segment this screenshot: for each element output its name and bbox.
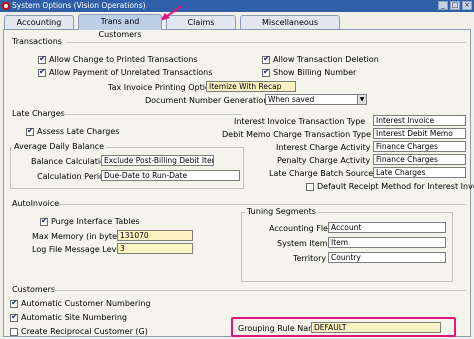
penalty-activity-field[interactable]: Finance Charges <box>373 154 466 165</box>
allow-payment-unrelated-checkbox[interactable] <box>38 67 46 77</box>
default-receipt-checkbox[interactable] <box>306 183 314 191</box>
balance-calc-label: Balance Calculation <box>31 157 111 166</box>
late-charges-header: Late Charges <box>12 109 65 118</box>
batch-source-field[interactable]: Late Charges <box>373 167 466 178</box>
tax-invoice-label: Tax Invoice Printing Options <box>108 83 220 92</box>
grouping-rule-field[interactable]: DEFAULT <box>311 322 441 333</box>
auto-site-numbering-label: Automatic Site Numbering <box>21 313 127 322</box>
batch-source-label: Late Charge Batch Source <box>269 169 374 178</box>
balance-calc-field[interactable]: Exclude Post-Billing Debit Items <box>101 155 214 166</box>
default-receipt-label: Default Receipt Method for Interest Invo… <box>317 182 474 191</box>
system-options-window: Accounting Trans and Customers Claims Mi… <box>0 5 474 339</box>
tab-miscellaneous[interactable]: Miscellaneous <box>240 15 340 29</box>
debit-memo-type-label: Debit Memo Charge Transaction Type <box>222 130 372 139</box>
accounting-flex-label: Accounting Flex <box>269 224 333 233</box>
allow-payment-unrelated-label: Allow Payment of Unrelated Transactions <box>49 68 213 77</box>
calc-period-field[interactable]: Due-Date to Run-Date <box>101 170 240 181</box>
auto-customer-numbering-checkbox[interactable] <box>10 298 18 308</box>
customers-header: Customers <box>12 285 56 294</box>
create-reciprocal-label: Create Reciprocal Customer (G) <box>21 327 148 336</box>
interest-invoice-type-field[interactable]: Interest Invoice <box>373 115 466 126</box>
doc-number-value: When saved <box>268 95 315 104</box>
purge-interface-label: Purge Interface Tables <box>51 217 140 226</box>
show-billing-number-checkbox[interactable] <box>262 67 270 77</box>
doc-number-select[interactable]: When saved ▼ <box>265 94 367 105</box>
minimize-icon[interactable]: _ <box>438 1 448 10</box>
create-reciprocal-checkbox[interactable] <box>10 328 18 336</box>
show-billing-number-label: Show Billing Number <box>273 68 357 77</box>
allow-change-printed-label: Allow Change to Printed Transactions <box>49 55 198 64</box>
tuning-segments-header: Tuning Segments <box>245 207 318 216</box>
tax-invoice-field[interactable]: Itemize With Recap <box>206 81 296 92</box>
max-memory-label: Max Memory (in bytes) <box>32 232 125 241</box>
auto-site-numbering-checkbox[interactable] <box>10 312 18 322</box>
tab-content: Transactions Allow Change to Printed Tra… <box>3 30 474 337</box>
calc-period-label: Calculation Period <box>37 172 110 181</box>
territory-label: Territory <box>293 254 327 263</box>
oracle-logo-icon <box>2 2 10 10</box>
title-bar: System Options (Vision Operations) _ □ × <box>0 0 474 12</box>
allow-change-printed-checkbox[interactable] <box>38 54 46 64</box>
average-daily-balance-group <box>10 147 244 189</box>
assess-late-charges-checkbox[interactable] <box>26 126 34 136</box>
window-controls: _ □ × <box>438 1 472 10</box>
penalty-activity-label: Penalty Charge Activity <box>277 156 371 165</box>
autoinvoice-header: AutoInvoice <box>12 199 60 208</box>
interest-activity-label: Interest Charge Activity <box>276 143 371 152</box>
assess-late-charges-label: Assess Late Charges <box>37 127 120 136</box>
close-icon[interactable]: × <box>462 1 472 10</box>
grouping-rule-label: Grouping Rule Name <box>238 324 321 333</box>
tab-trans-and-customers[interactable]: Trans and Customers <box>78 14 162 39</box>
system-items-label: System Items <box>277 239 332 248</box>
log-file-level-label: Log File Message Level <box>32 245 124 254</box>
interest-invoice-type-label: Interest Invoice Transaction Type <box>234 117 366 126</box>
average-daily-balance-header: Average Daily Balance <box>12 142 107 151</box>
interest-activity-field[interactable]: Finance Charges <box>373 141 466 152</box>
tab-accounting[interactable]: Accounting <box>4 15 74 29</box>
allow-deletion-checkbox[interactable] <box>262 54 270 64</box>
territory-field[interactable]: Country <box>328 252 446 263</box>
accounting-flex-field[interactable]: Account <box>328 222 446 233</box>
auto-customer-numbering-label: Automatic Customer Numbering <box>21 299 151 308</box>
transactions-header: Transactions <box>12 37 62 46</box>
max-memory-field[interactable]: 131070 <box>117 230 193 241</box>
debit-memo-type-field[interactable]: Interest Debit Memo <box>373 128 466 139</box>
allow-deletion-label: Allow Transaction Deletion <box>273 55 379 64</box>
system-items-field[interactable]: Item <box>328 237 446 248</box>
log-file-level-field[interactable]: 3 <box>117 243 193 254</box>
purge-interface-checkbox[interactable] <box>40 216 48 226</box>
chevron-down-icon[interactable]: ▼ <box>357 95 366 104</box>
maximize-icon[interactable]: □ <box>450 1 460 10</box>
window-title: System Options (Vision Operations) <box>12 1 146 10</box>
